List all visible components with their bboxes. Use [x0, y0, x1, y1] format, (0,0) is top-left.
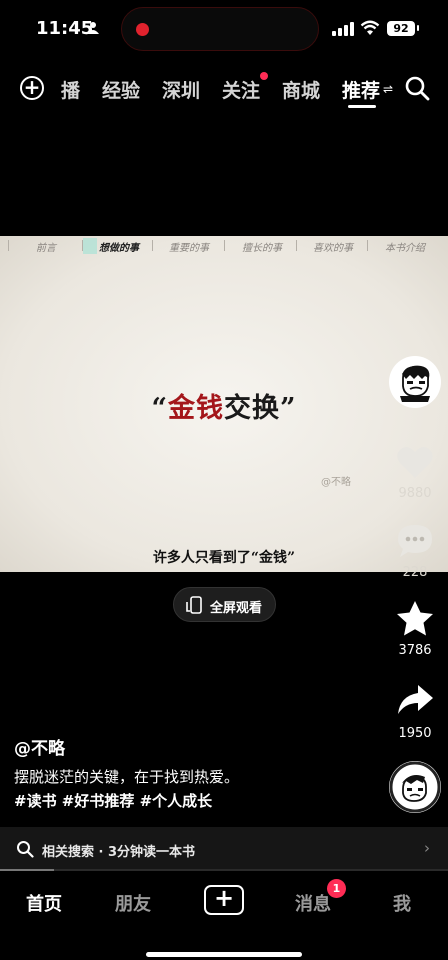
- notification-dot: [260, 72, 268, 80]
- rotate-screen-icon: [186, 596, 202, 614]
- fullscreen-button[interactable]: 全屏观看: [173, 587, 276, 622]
- battery-tip: [417, 25, 419, 31]
- tab-recommend[interactable]: 推荐: [342, 76, 380, 103]
- share-count: 1950: [398, 726, 432, 741]
- share-icon[interactable]: [396, 683, 434, 717]
- person-icon: [87, 22, 99, 34]
- search-icon: [17, 841, 34, 858]
- chapter-highlight: [83, 238, 97, 254]
- recording-indicator: [136, 23, 149, 36]
- chapter-divider: [152, 240, 153, 251]
- tab-messages[interactable]: 消息: [295, 890, 331, 916]
- favorite-count: 3786: [398, 643, 432, 658]
- battery-level: 92: [387, 21, 415, 36]
- chapter-divider: [224, 240, 225, 251]
- chapter-divider: [296, 240, 297, 251]
- dynamic-island[interactable]: [121, 7, 319, 51]
- video-watermark: @不略: [321, 477, 351, 488]
- chevron-right-icon: ›: [424, 839, 430, 857]
- music-cover-icon: [389, 761, 441, 813]
- tab-switch-icon[interactable]: ⇌: [383, 82, 393, 96]
- chapter-item: 擅长的事: [242, 243, 282, 254]
- search-icon[interactable]: [404, 75, 430, 101]
- like-count: 9880: [398, 486, 432, 501]
- headline-rest: 交换”: [224, 393, 297, 424]
- tab-friends[interactable]: 朋友: [115, 890, 151, 916]
- chapter-item: 本书介绍: [385, 243, 425, 254]
- tab-mall[interactable]: 商城: [282, 76, 320, 103]
- tab-live[interactable]: 播: [61, 76, 80, 103]
- status-time: 11:45: [36, 18, 94, 39]
- chapter-divider: [8, 240, 9, 251]
- add-circle-button[interactable]: +: [20, 76, 44, 100]
- create-button[interactable]: +: [204, 885, 244, 915]
- tab-following[interactable]: 关注: [222, 76, 260, 103]
- tab-experience[interactable]: 经验: [102, 76, 140, 103]
- tab-home[interactable]: 首页: [26, 890, 62, 916]
- author-avatar[interactable]: [389, 356, 441, 408]
- tab-me[interactable]: 我: [393, 890, 411, 916]
- star-icon[interactable]: [396, 600, 434, 638]
- music-disc[interactable]: [389, 761, 441, 813]
- bottom-tab-bar: 首页 朋友 + 消息 1 我: [0, 871, 448, 960]
- author-name[interactable]: @不略: [14, 734, 65, 759]
- chapter-item: 前言: [36, 243, 56, 254]
- video-player[interactable]: 前言 想做的事 重要的事 擅长的事 喜欢的事 本书介绍 “金钱交换” @不略 许…: [0, 236, 448, 572]
- chapter-item: 喜欢的事: [313, 243, 353, 254]
- post-hashtags[interactable]: #读书 #好书推荐 #个人成长: [14, 790, 212, 811]
- fullscreen-label: 全屏观看: [210, 601, 263, 616]
- comment-count: 228: [402, 565, 428, 580]
- related-search-bar[interactable]: 相关搜索 · 3分钟读一本书 ›: [0, 827, 448, 871]
- post-caption: 摆脱迷茫的关键，在于找到热爱。: [14, 768, 240, 786]
- chapter-divider: [367, 240, 368, 251]
- video-subtitle: 许多人只看到了“金钱”: [152, 550, 296, 566]
- wifi-icon: [360, 20, 380, 35]
- comment-icon[interactable]: [396, 523, 434, 559]
- heart-icon[interactable]: [396, 444, 434, 480]
- chapter-item: 重要的事: [169, 243, 209, 254]
- messages-badge: 1: [327, 879, 346, 898]
- tab-shenzhen[interactable]: 深圳: [162, 76, 200, 103]
- home-indicator: [146, 952, 302, 957]
- cartoon-face-icon: [400, 365, 430, 402]
- headline-quote-open: “: [151, 393, 168, 424]
- active-tab-indicator: [348, 105, 376, 108]
- related-search-label: 相关搜索 · 3分钟读一本书: [42, 845, 196, 860]
- cellular-signal-icon: [332, 22, 354, 36]
- headline-highlight: 金钱: [168, 393, 224, 424]
- video-headline: “金钱交换”: [0, 386, 448, 425]
- chapter-bar: 前言 想做的事 重要的事 擅长的事 喜欢的事 本书介绍: [0, 236, 448, 256]
- chapter-item-active: 想做的事: [99, 243, 139, 254]
